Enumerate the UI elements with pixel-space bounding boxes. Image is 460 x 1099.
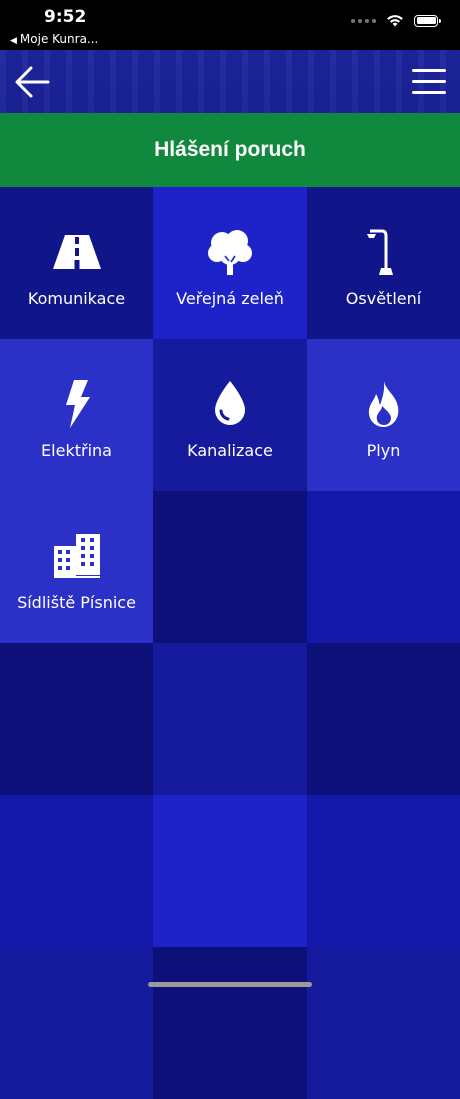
empty-tile xyxy=(307,947,460,1099)
home-indicator[interactable] xyxy=(148,982,312,987)
navigation-bar xyxy=(0,50,460,113)
tile-sidliste-pisnice[interactable]: Sídliště Písnice xyxy=(0,491,153,643)
tile-label: Komunikace xyxy=(27,288,126,308)
empty-tile xyxy=(153,491,307,643)
buildings-icon xyxy=(52,531,102,581)
tile-komunikace[interactable]: Komunikace xyxy=(0,187,153,339)
hamburger-menu-icon xyxy=(412,69,446,72)
empty-tile xyxy=(0,643,153,795)
lightning-icon xyxy=(52,379,102,429)
water-drop-icon xyxy=(205,379,255,429)
empty-tile xyxy=(153,643,307,795)
tile-label: Plyn xyxy=(366,440,401,460)
status-bar: 9:52 ◀ Moje Kunra... xyxy=(0,0,460,50)
battery-icon xyxy=(414,14,441,27)
tile-kanalizace[interactable]: Kanalizace xyxy=(153,339,307,491)
signal-icon xyxy=(351,18,376,23)
tile-plyn[interactable]: Plyn xyxy=(307,339,460,491)
tile-elektrina[interactable]: Elektřina xyxy=(0,339,153,491)
wifi-icon xyxy=(387,15,403,27)
tile-label: Osvětlení xyxy=(345,288,422,308)
tile-label: Elektřina xyxy=(41,440,112,460)
tile-osvetleni[interactable]: Osvětlení xyxy=(307,187,460,339)
page-title: Hlášení poruch xyxy=(154,138,306,161)
tile-verejna-zelen[interactable]: Veřejná zeleň xyxy=(153,187,307,339)
empty-tile xyxy=(153,795,307,947)
back-button[interactable] xyxy=(12,64,52,100)
menu-button[interactable] xyxy=(412,69,446,95)
arrow-left-icon xyxy=(15,66,50,98)
empty-tile xyxy=(0,795,153,947)
flame-icon xyxy=(359,379,409,429)
status-indicators xyxy=(351,14,441,27)
empty-tile xyxy=(307,643,460,795)
empty-tile xyxy=(153,947,307,1099)
tree-icon xyxy=(205,227,255,277)
road-icon xyxy=(52,227,102,277)
tile-label: Kanalizace xyxy=(187,440,273,460)
title-bar: Hlášení poruch xyxy=(0,113,460,187)
status-back-to-app[interactable]: ◀ Moje Kunra... xyxy=(10,32,98,46)
status-back-app-label: Moje Kunra... xyxy=(19,32,99,46)
back-triangle-icon: ◀ xyxy=(10,36,17,46)
street-lamp-icon xyxy=(359,227,409,277)
category-grid: Komunikace Veřejná zeleň Osvětlení Elekt… xyxy=(0,187,460,1099)
empty-tile xyxy=(307,795,460,947)
tile-label: Sídliště Písnice xyxy=(17,592,136,612)
status-time: 9:52 xyxy=(44,7,87,27)
empty-tile xyxy=(307,491,460,643)
empty-tile xyxy=(0,947,153,1099)
header-background-image xyxy=(0,50,460,113)
tile-label: Veřejná zeleň xyxy=(176,288,284,308)
